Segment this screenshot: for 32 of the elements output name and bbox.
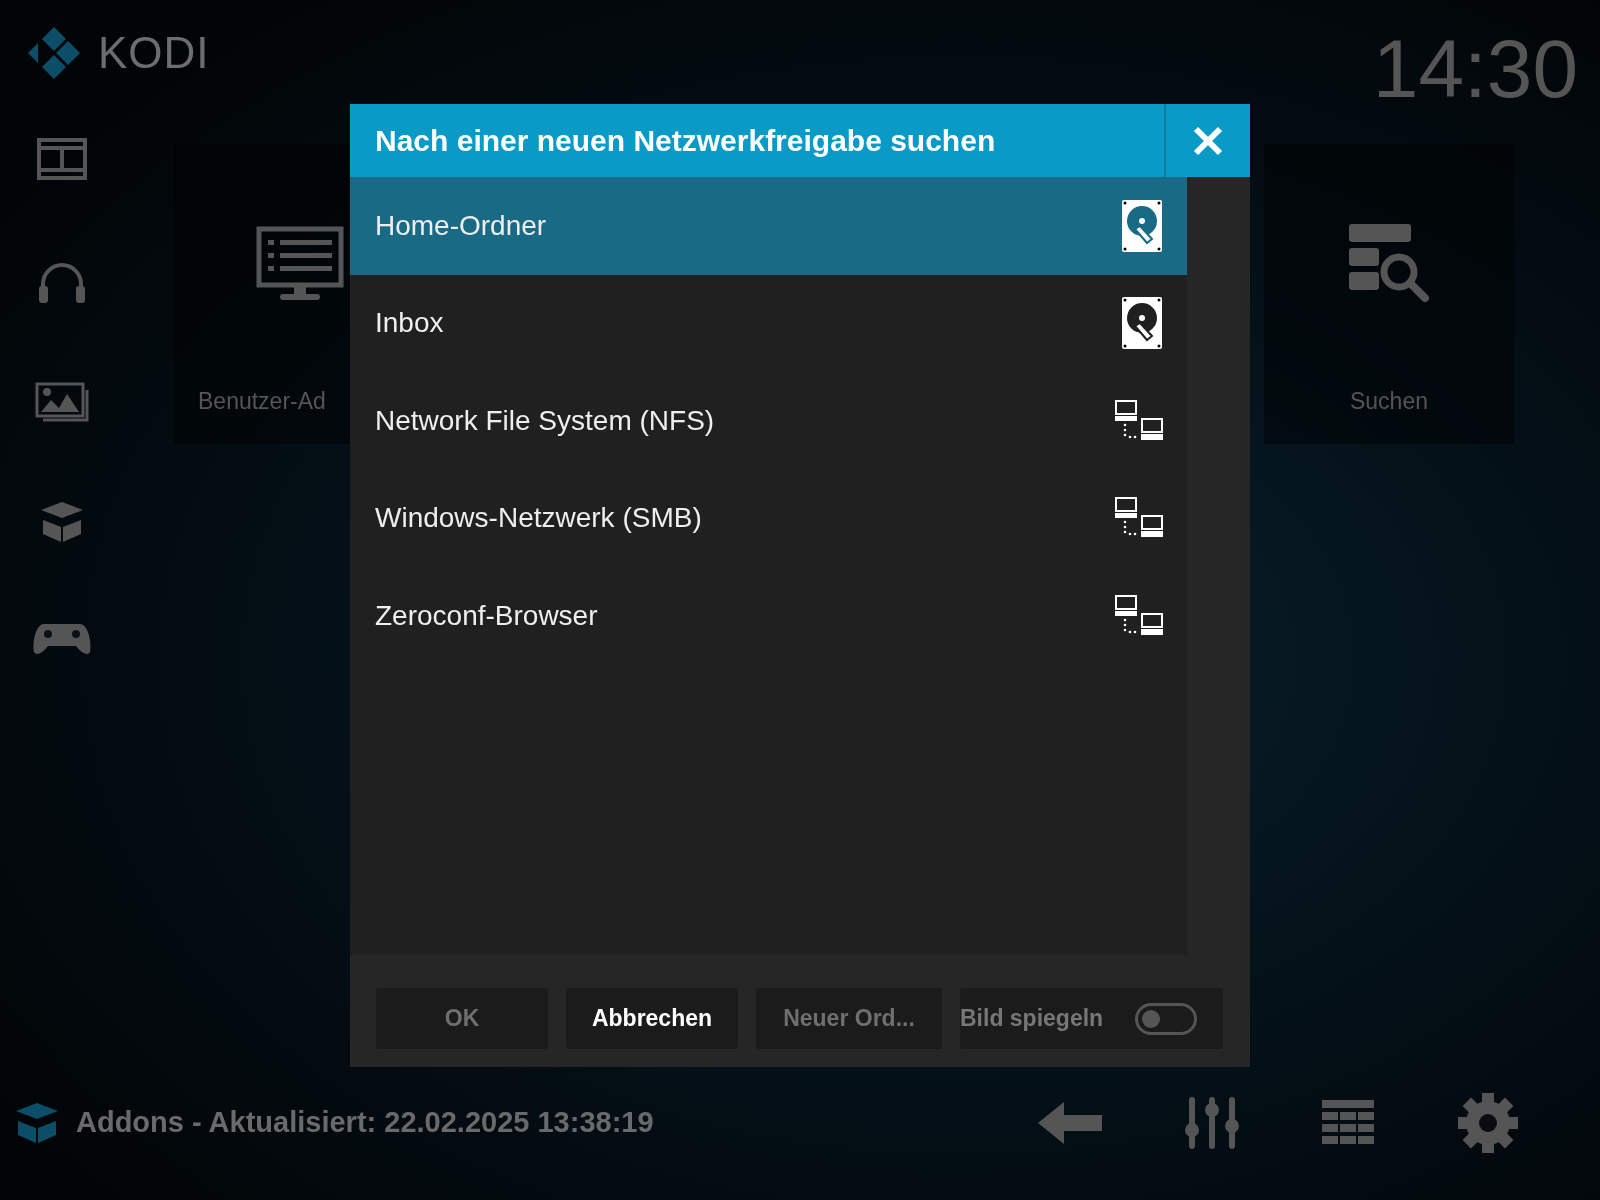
tile[interactable]: Suchen <box>1264 144 1514 444</box>
list-item[interactable]: Inbox <box>350 274 1187 372</box>
dialog-button[interactable]: Abbrechen <box>566 988 738 1049</box>
box-icon[interactable] <box>39 500 85 544</box>
logo-icon <box>26 25 82 81</box>
close-icon <box>1193 125 1223 156</box>
hard-drive-icon <box>1121 296 1163 351</box>
monitor-icon <box>256 226 344 302</box>
list-item[interactable]: Windows-Netzwerk (SMB) <box>350 469 1187 567</box>
network-icon <box>1115 594 1163 637</box>
status-text: Addons - Aktualisiert: 22.02.2025 13:38:19 <box>76 1105 654 1141</box>
list-item[interactable]: Home-Ordner <box>350 177 1187 275</box>
tile-label: Benutzer-Ad <box>198 387 326 416</box>
list-item[interactable]: Network File System (NFS) <box>350 372 1187 470</box>
tile[interactable]: Benutzer-Ad <box>174 144 350 444</box>
tile-label: Suchen <box>1350 387 1428 416</box>
clock: 14:30 <box>1372 28 1578 110</box>
film-icon[interactable] <box>37 138 87 180</box>
logo-text: KODI <box>98 27 210 79</box>
toggle-switch[interactable] <box>1135 1002 1197 1035</box>
dialog-title: Nach einer neuen Netzwerkfreigabe suchen <box>374 123 996 159</box>
gamepad-icon[interactable] <box>32 622 92 656</box>
network-icon <box>1115 399 1163 442</box>
list-item[interactable]: Zeroconf-Browser <box>350 567 1187 665</box>
back-arrow-icon[interactable] <box>1036 1100 1104 1146</box>
pictures-icon[interactable] <box>35 382 89 422</box>
network-icon <box>1115 497 1163 540</box>
box-icon <box>14 1101 60 1145</box>
settings-icon[interactable] <box>1456 1091 1520 1155</box>
toggle-button[interactable]: Bild spiegeln <box>960 988 1223 1049</box>
hard-drive-icon <box>1121 198 1163 253</box>
sliders-icon[interactable] <box>1184 1096 1240 1150</box>
